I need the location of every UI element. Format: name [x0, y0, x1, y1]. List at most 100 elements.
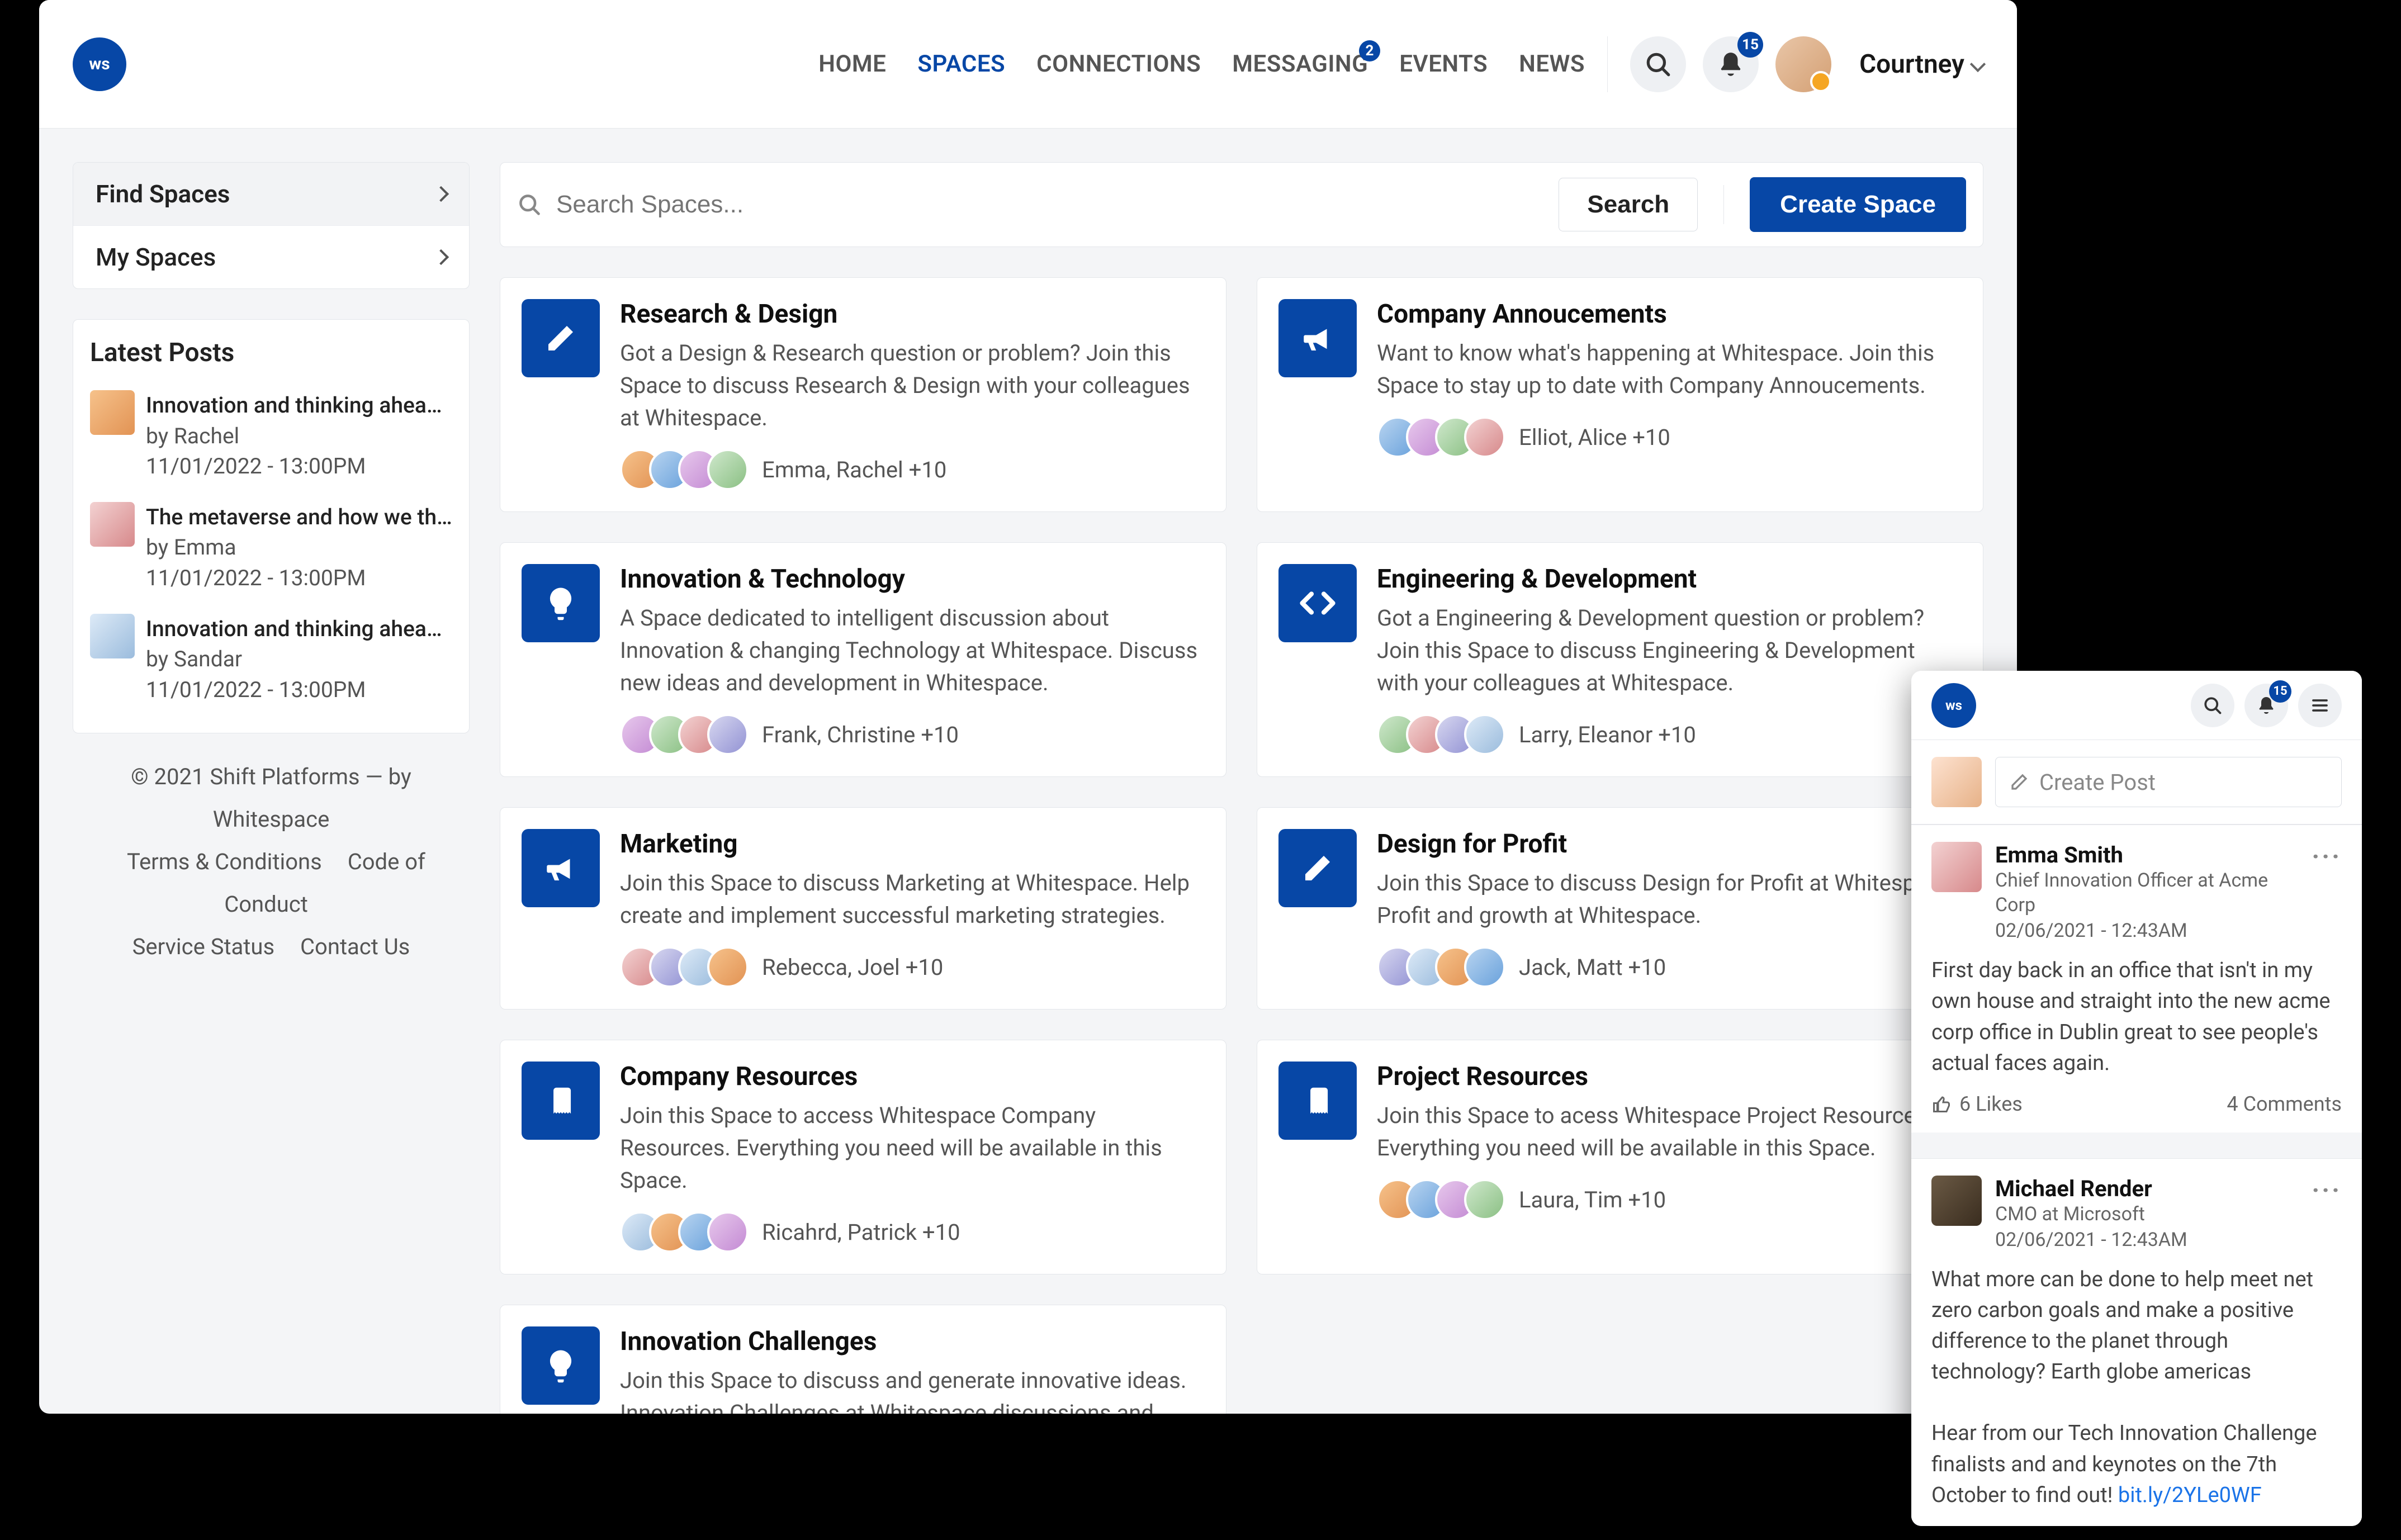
avatar: [1464, 714, 1505, 755]
user-menu[interactable]: Courtney: [1859, 49, 1983, 79]
nav-messaging[interactable]: MESSAGING 2: [1232, 50, 1368, 78]
space-description: Join this Space to acess Whitespace Proj…: [1377, 1100, 1962, 1164]
footer-copyright: © 2021 Shift Platforms — by Whitespace: [73, 756, 470, 841]
space-card[interactable]: Company Annoucements Want to know what's…: [1257, 277, 1983, 512]
nav-events[interactable]: EVENTS: [1399, 50, 1488, 78]
latest-post-item[interactable]: The metaverse and how we thin... by Emma…: [90, 492, 452, 604]
notifications-icon[interactable]: 15: [1703, 36, 1759, 92]
space-title: Company Annoucements: [1377, 299, 1962, 329]
space-description: Join this Space to discuss and generate …: [620, 1364, 1205, 1414]
space-description: Join this Space to discuss Design for Pr…: [1377, 867, 1962, 932]
search-icon: [517, 192, 542, 217]
post-author: Michael Render: [1995, 1176, 2298, 1202]
space-members: Jack, Matt +10: [1519, 954, 1666, 980]
topbar: ws HOME SPACES CONNECTIONS MESSAGING 2 E…: [39, 0, 2017, 129]
sidebar-item-my-spaces[interactable]: My Spaces: [73, 226, 469, 288]
sidebar-item-find-spaces[interactable]: Find Spaces: [73, 163, 469, 226]
space-members: Larry, Eleanor +10: [1519, 722, 1696, 748]
avatar: [1464, 1179, 1505, 1220]
latest-posts-title: Latest Posts: [90, 338, 452, 368]
post-link[interactable]: bit.ly/2YLe0WF: [2118, 1483, 2262, 1508]
mobile-compose: Create Post: [1911, 740, 2362, 825]
create-space-button[interactable]: Create Space: [1750, 177, 1966, 232]
space-members: Emma, Rachel +10: [762, 457, 946, 483]
post-author: Emma Smith: [1995, 842, 2298, 868]
nav-news[interactable]: NEWS: [1519, 50, 1585, 78]
nav-home[interactable]: HOME: [818, 50, 886, 78]
avatar: [707, 1211, 749, 1253]
search-icon[interactable]: [2191, 684, 2234, 727]
space-title: Innovation Challenges: [620, 1326, 1205, 1357]
footer-links: © 2021 Shift Platforms — by Whitespace T…: [73, 756, 470, 968]
avatar-stack: [1377, 1179, 1505, 1220]
brand-logo[interactable]: ws: [1931, 683, 1976, 728]
book-icon: [522, 1062, 600, 1140]
latest-post-item[interactable]: Innovation and thinking ahead f... by Ra…: [90, 380, 452, 492]
footer-contact[interactable]: Contact Us: [300, 934, 410, 960]
menu-icon[interactable]: [2298, 684, 2342, 727]
desktop-window: ws HOME SPACES CONNECTIONS MESSAGING 2 E…: [39, 0, 2017, 1414]
feed-post[interactable]: Michael Render CMO at Microsoft 02/06/20…: [1911, 1158, 2362, 1526]
space-card[interactable]: Marketing Join this Space to discuss Mar…: [500, 807, 1226, 1010]
avatar-stack: [620, 1211, 749, 1253]
space-title: Innovation & Technology: [620, 564, 1205, 594]
space-card[interactable]: Engineering & Development Got a Engineer…: [1257, 542, 1983, 777]
search-button[interactable]: Search: [1559, 178, 1698, 231]
chevron-down-icon: [1970, 56, 1986, 72]
avatar-stack: [620, 946, 749, 988]
more-icon[interactable]: ···: [2312, 1176, 2342, 1251]
space-members: Laura, Tim +10: [1519, 1187, 1666, 1213]
notifications-icon[interactable]: 15: [2244, 684, 2288, 727]
chevron-right-icon: [433, 186, 449, 202]
mobile-window: ws 15 Create Post Emma Smith Chief I: [1911, 671, 2362, 1526]
searchbar: Search Create Space: [500, 162, 1983, 247]
post-time: 02/06/2021 - 12:43AM: [1995, 920, 2298, 942]
space-title: Marketing: [620, 829, 1205, 859]
feed-post[interactable]: Emma Smith Chief Innovation Officer at A…: [1911, 825, 2362, 1133]
space-card[interactable]: Project Resources Join this Space to ace…: [1257, 1040, 1983, 1274]
pencil-icon: [1278, 829, 1357, 907]
avatar: [707, 946, 749, 988]
avatar-stack: [620, 714, 749, 755]
latest-post-item[interactable]: Innovation and thinking ahead f... by Sa…: [90, 604, 452, 715]
space-members: Frank, Christine +10: [762, 722, 959, 748]
comments-count[interactable]: 4 Comments: [2227, 1092, 2342, 1116]
nav-connections[interactable]: CONNECTIONS: [1036, 50, 1201, 78]
mobile-topbar: ws 15: [1911, 671, 2362, 740]
compose-input[interactable]: Create Post: [1995, 757, 2342, 807]
book-icon: [1278, 1062, 1357, 1140]
footer-terms[interactable]: Terms & Conditions: [127, 849, 322, 875]
body: Find Spaces My Spaces Latest Posts Innov…: [39, 129, 2017, 1414]
space-card[interactable]: Company Resources Join this Space to acc…: [500, 1040, 1226, 1274]
footer-status[interactable]: Service Status: [132, 934, 274, 960]
nav-spaces[interactable]: SPACES: [917, 50, 1005, 78]
search-icon[interactable]: [1630, 36, 1686, 92]
avatar-stack: [1377, 714, 1505, 755]
space-card[interactable]: Innovation Challenges Join this Space to…: [500, 1305, 1226, 1414]
post-role: Chief Innovation Officer at Acme Corp: [1995, 868, 2298, 917]
space-card[interactable]: Research & Design Got a Design & Researc…: [500, 277, 1226, 512]
space-title: Research & Design: [620, 299, 1205, 329]
space-members: Rebecca, Joel +10: [762, 954, 943, 980]
avatar: [90, 502, 135, 547]
main-nav: HOME SPACES CONNECTIONS MESSAGING 2 EVEN…: [818, 50, 1585, 78]
sidebar-nav: Find Spaces My Spaces: [73, 162, 470, 289]
more-icon[interactable]: ···: [2312, 842, 2342, 942]
pencil-icon: [522, 299, 600, 377]
avatar-stack: [620, 449, 749, 490]
avatar: [707, 714, 749, 755]
space-description: Got a Engineering & Development question…: [1377, 602, 1962, 699]
bulb-icon: [522, 564, 600, 642]
pencil-icon: [2009, 772, 2029, 792]
space-card[interactable]: Design for Profit Join this Space to dis…: [1257, 807, 1983, 1010]
megaphone-icon: [1278, 299, 1357, 377]
space-card[interactable]: Innovation & Technology A Space dedicate…: [500, 542, 1226, 777]
avatar: [707, 449, 749, 490]
latest-posts-card: Latest Posts Innovation and thinking ahe…: [73, 319, 470, 733]
brand-logo[interactable]: ws: [73, 37, 126, 91]
search-input[interactable]: [556, 191, 1544, 219]
space-description: Join this Space to discuss Marketing at …: [620, 867, 1205, 932]
like-button[interactable]: 6 Likes: [1931, 1092, 2023, 1116]
space-members: Ricahrd, Patrick +10: [762, 1219, 960, 1245]
avatar[interactable]: [1775, 36, 1831, 92]
